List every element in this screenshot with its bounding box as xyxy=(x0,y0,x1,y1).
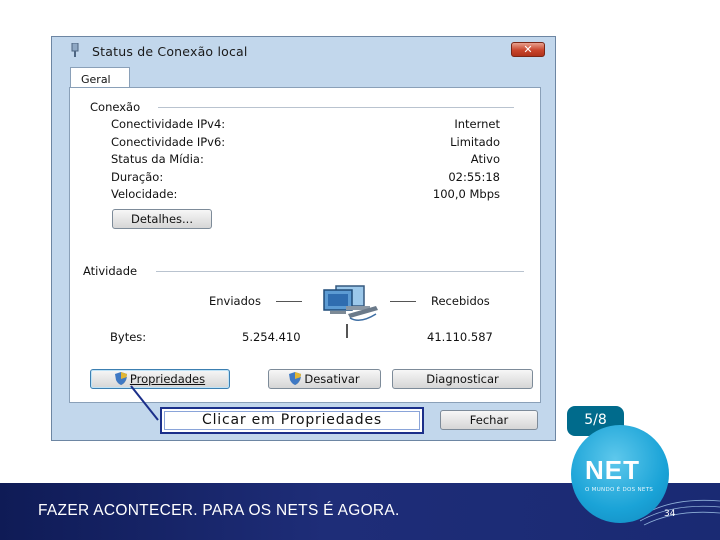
ipv4-value: Internet xyxy=(454,117,500,131)
close-window-button[interactable]: ✕ xyxy=(511,42,545,57)
footer-slogan: FAZER ACONTECER. PARA OS NETS É AGORA. xyxy=(38,502,400,519)
close-button[interactable]: Fechar xyxy=(440,410,538,430)
instruction-callout: Clicar em Propriedades xyxy=(160,407,424,434)
sent-line xyxy=(276,301,302,302)
net-logo: NET O MUNDO É DOS NETS xyxy=(571,425,669,523)
general-panel: Conexão Conectividade IPv4: Internet Con… xyxy=(69,87,541,403)
network-computers-icon xyxy=(323,285,378,338)
page-number: 34 xyxy=(664,509,676,519)
bytes-label: Bytes: xyxy=(110,330,147,344)
received-line xyxy=(390,301,416,302)
disable-button-label: Desativar xyxy=(304,372,360,386)
ipv4-label: Conectividade IPv4: xyxy=(111,117,226,131)
duration-value: 02:55:18 xyxy=(448,170,500,184)
logo-text: NET xyxy=(585,455,640,485)
speed-value: 100,0 Mbps xyxy=(432,187,500,201)
disable-button[interactable]: Desativar xyxy=(268,369,381,389)
connection-section-label: Conexão xyxy=(90,100,141,114)
media-status-value: Ativo xyxy=(470,152,500,166)
ipv6-value: Limitado xyxy=(450,135,500,149)
ipv6-label: Conectividade IPv6: xyxy=(111,135,226,149)
connection-divider xyxy=(158,107,514,108)
diagnose-button[interactable]: Diagnosticar xyxy=(392,369,533,389)
activity-divider xyxy=(156,271,524,272)
details-button[interactable]: Detalhes... xyxy=(112,209,212,229)
bytes-received-value: 41.110.587 xyxy=(427,330,493,344)
logo-tagline: O MUNDO É DOS NETS xyxy=(585,487,654,493)
network-adapter-icon xyxy=(71,43,79,57)
speed-label: Velocidade: xyxy=(111,187,178,201)
callout-inner-border xyxy=(164,411,420,430)
sent-label: Enviados xyxy=(209,294,261,308)
title-bar[interactable]: Status de Conexão local ✕ xyxy=(52,37,555,65)
uac-shield-icon xyxy=(289,372,302,385)
tab-geral[interactable]: Geral xyxy=(70,67,130,89)
received-label: Recebidos xyxy=(431,294,490,308)
media-status-label: Status da Mídia: xyxy=(111,152,204,166)
window-title: Status de Conexão local xyxy=(92,44,248,59)
connection-status-dialog: Status de Conexão local ✕ Geral Conexão … xyxy=(51,36,556,441)
bytes-sent-value: 5.254.410 xyxy=(242,330,301,344)
activity-section-label: Atividade xyxy=(83,264,138,278)
duration-label: Duração: xyxy=(111,170,164,184)
